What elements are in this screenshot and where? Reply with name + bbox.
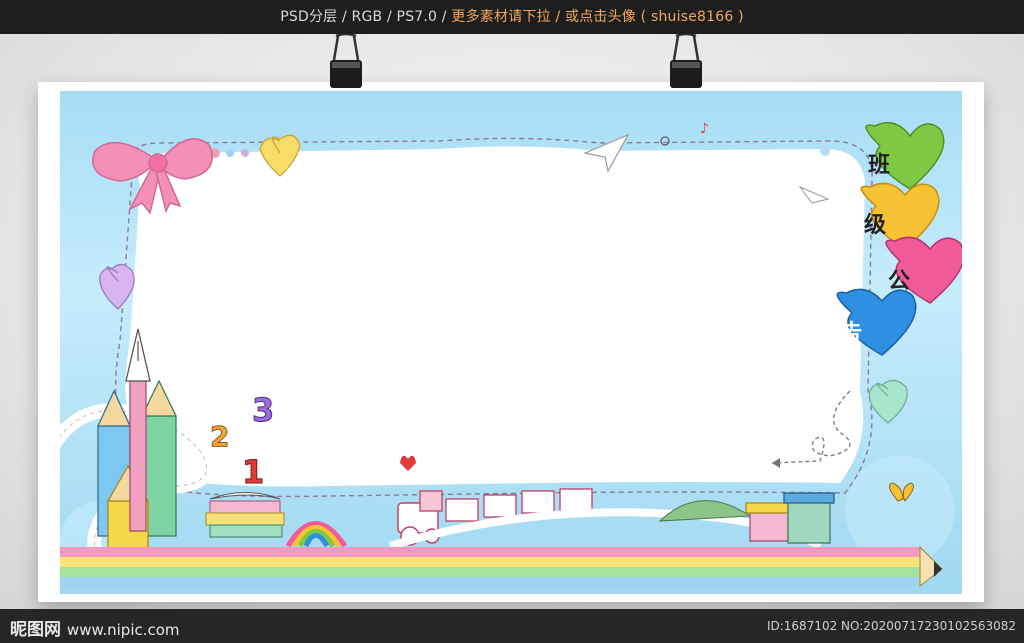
heart-mint-icon <box>868 379 908 424</box>
watermark-bar: 昵图网 www.nipic.com ID:1687102 NO:20200717… <box>0 609 1024 643</box>
title-char-gong: 公 <box>888 269 911 294</box>
image-id-text: ID:1687102 NO:20200717230102563082 <box>766 619 1016 633</box>
notice-writing-area[interactable] <box>125 146 866 487</box>
number-1: 1 <box>242 453 264 491</box>
brand-name: 昵图网 <box>10 620 61 640</box>
notice-board: ♪ 1 2 3 班 级 公 告 <box>60 91 962 594</box>
title-char-ban: 班 <box>868 153 891 178</box>
binder-clip-left-icon <box>330 34 362 88</box>
rainbow-icon <box>285 521 348 548</box>
gift-box-green-icon <box>783 492 835 544</box>
number-2: 2 <box>210 420 229 453</box>
number-3: 3 <box>252 391 274 429</box>
gift-box-pink-icon <box>745 502 795 542</box>
title-char-ji: 级 <box>864 213 887 238</box>
promo-link[interactable]: 更多素材请下拉 / 或点击头像 <box>451 9 636 25</box>
board-artwork: ♪ 1 2 3 <box>60 121 962 588</box>
format-info: PSD分层 / RGB / PS7.0 / <box>280 9 447 25</box>
heart-purple-icon <box>99 263 135 310</box>
top-info-bar: PSD分层 / RGB / PS7.0 / 更多素材请下拉 / 或点击头像 ( … <box>0 0 1024 34</box>
binder-clip-right-icon <box>670 34 702 88</box>
title-char-gao: 告 <box>840 321 863 346</box>
author-link[interactable]: ( shuise8166 ) <box>641 9 744 25</box>
nipic-brand[interactable]: 昵图网 www.nipic.com <box>10 615 180 640</box>
brand-domain: www.nipic.com <box>66 621 180 639</box>
svg-text:♪: ♪ <box>700 121 709 137</box>
books-icon <box>205 492 285 538</box>
